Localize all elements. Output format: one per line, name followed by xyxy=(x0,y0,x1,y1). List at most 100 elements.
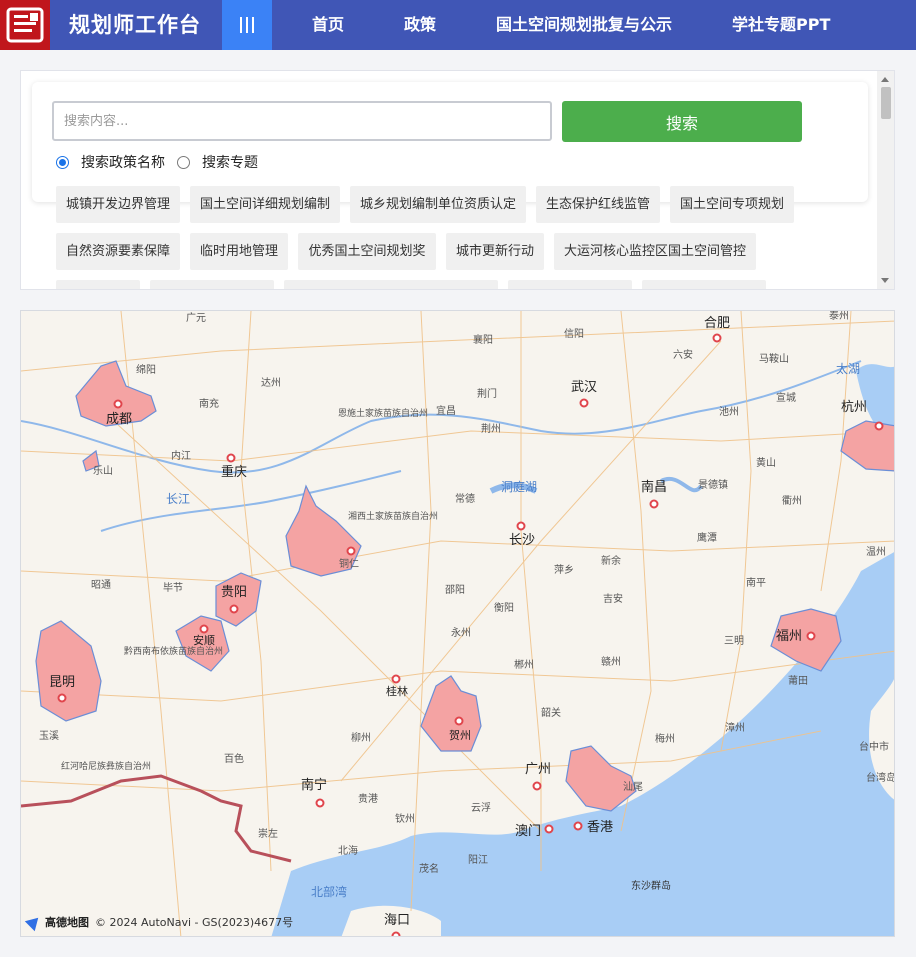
panel-scrollbar[interactable] xyxy=(877,71,894,289)
map-place-label: 绵阳 xyxy=(136,363,156,376)
map-place-label: 六安 xyxy=(673,348,693,361)
map-label-beibuwan: 北部湾 xyxy=(311,884,347,899)
map-place-label: 黔西南布依族苗族自治州 xyxy=(124,645,223,657)
tag-item[interactable]: 大运河核心监控区国土空间管控 xyxy=(554,233,756,270)
scroll-thumb[interactable] xyxy=(881,87,891,119)
map-city-label: 澳门 xyxy=(515,823,541,839)
nav-planning-approval[interactable]: 国土空间规划批复与公示 xyxy=(496,0,672,50)
search-button[interactable]: 搜索 xyxy=(562,101,802,142)
map-city-label: 安顺 xyxy=(193,633,215,647)
map-place-label: 温州 xyxy=(866,546,886,558)
map-place-label: 贵港 xyxy=(358,792,378,805)
map-label-dongtinghu: 洞庭湖 xyxy=(501,479,537,494)
tag-item-partial[interactable] xyxy=(508,280,632,289)
region-kunming xyxy=(35,620,102,722)
tag-item[interactable]: 城市更新行动 xyxy=(446,233,544,270)
map-city-label: 香港 xyxy=(587,820,613,835)
map-place-label: 衢州 xyxy=(782,495,802,507)
map-place-label: 黄山 xyxy=(756,456,776,469)
map-place-label: 台湾岛 xyxy=(866,771,895,784)
map-place-label: 景德镇 xyxy=(698,478,728,491)
search-card: 搜索 搜索政策名称 搜索专题 xyxy=(32,82,868,202)
tag-item[interactable]: 城镇开发边界管理 xyxy=(56,186,180,223)
radio-policy-name[interactable] xyxy=(56,155,69,169)
region-shanwei xyxy=(565,745,637,812)
menu-toggle-button[interactable] xyxy=(222,0,272,50)
tag-item[interactable]: 城乡规划编制单位资质认定 xyxy=(350,186,526,223)
map-place-label: 南充 xyxy=(199,397,219,410)
map-city-label: 合肥 xyxy=(704,316,730,331)
scroll-up-icon[interactable] xyxy=(881,77,889,82)
map-place-label: 萍乡 xyxy=(554,564,574,576)
map-place-label: 铜仁 xyxy=(339,558,359,570)
tag-item[interactable]: 国土空间详细规划编制 xyxy=(190,186,340,223)
region-hangzhou xyxy=(840,420,894,472)
search-mode-options: 搜索政策名称 搜索专题 xyxy=(56,151,270,173)
map-city-label: 南宁 xyxy=(301,777,327,793)
tag-item-partial[interactable] xyxy=(56,280,140,289)
map-place-label: 红河哈尼族彝族自治州 xyxy=(61,760,151,772)
amap-logo-icon xyxy=(24,912,44,932)
map-place-label: 广元 xyxy=(186,312,206,324)
map-place-label: 汕尾 xyxy=(623,781,643,793)
map-city-label: 成都 xyxy=(106,412,132,427)
map-canvas[interactable]: 长江 洞庭湖 太湖 北部湾 东沙群岛 成都 重庆 武汉 长沙 南昌 贵阳 安顺 … xyxy=(21,311,895,937)
map-place-label: 赣州 xyxy=(601,655,621,668)
map-place-label: 永州 xyxy=(451,626,471,639)
map-label-dongsha: 东沙群岛 xyxy=(631,879,671,892)
map-place-label: 泰州 xyxy=(829,311,849,322)
map-city-label: 杭州 xyxy=(841,400,867,415)
map-place-label: 漳州 xyxy=(725,721,745,734)
map-label-taihu: 太湖 xyxy=(836,361,860,376)
map-place-label: 钦州 xyxy=(395,813,415,825)
tag-item-partial[interactable] xyxy=(284,280,498,289)
map-place-label: 吉安 xyxy=(603,592,623,605)
map-copyright: © 2024 AutoNavi - GS(2023)4677号 xyxy=(95,916,294,929)
map-place-label: 常德 xyxy=(455,492,475,505)
map-place-label: 达州 xyxy=(261,377,281,389)
map-place-label: 信阳 xyxy=(564,328,584,340)
map-place-label: 南平 xyxy=(746,576,766,589)
map-city-label: 广州 xyxy=(525,762,551,777)
map-place-label: 襄阳 xyxy=(473,333,493,346)
map-city-label: 昆明 xyxy=(49,675,75,690)
map-view[interactable]: 长江 洞庭湖 太湖 北部湾 东沙群岛 成都 重庆 武汉 长沙 南昌 贵阳 安顺 … xyxy=(20,310,895,937)
radio-topic[interactable] xyxy=(177,155,190,169)
search-input[interactable] xyxy=(52,101,552,141)
map-place-label: 阳江 xyxy=(468,854,488,866)
map-place-label: 荆门 xyxy=(477,387,497,400)
map-city-label: 海口 xyxy=(384,913,410,928)
map-place-label: 内江 xyxy=(171,449,191,462)
map-place-label: 台中市 xyxy=(859,740,889,753)
map-city-label: 贵阳 xyxy=(221,585,247,600)
map-city-label: 武汉 xyxy=(571,380,597,395)
radio-topic-label[interactable]: 搜索专题 xyxy=(202,152,258,172)
map-place-label: 鹰潭 xyxy=(697,531,717,544)
map-place-label: 百色 xyxy=(224,752,244,765)
tag-item[interactable]: 临时用地管理 xyxy=(190,233,288,270)
map-city-label: 长沙 xyxy=(509,533,535,548)
tag-item[interactable]: 国土空间专项规划 xyxy=(670,186,794,223)
site-title[interactable]: 规划师工作台 xyxy=(69,0,201,50)
top-navbar: 规划师工作台 首页 政策 国土空间规划批复与公示 学社专题PPT xyxy=(0,0,916,50)
nav-ppt-topics[interactable]: 学社专题PPT xyxy=(732,0,830,50)
radio-policy-name-label[interactable]: 搜索政策名称 xyxy=(81,152,165,172)
tag-item[interactable]: 生态保护红线监管 xyxy=(536,186,660,223)
map-place-label: 昭通 xyxy=(91,579,111,591)
map-city-label: 重庆 xyxy=(221,464,247,480)
map-place-label: 云浮 xyxy=(471,802,491,814)
map-place-label: 玉溪 xyxy=(39,730,59,742)
map-place-label: 恩施土家族苗族自治州 xyxy=(338,407,428,419)
map-place-label: 衡阳 xyxy=(494,602,514,614)
map-place-label: 柳州 xyxy=(351,731,371,744)
logo-icon[interactable] xyxy=(0,0,50,50)
map-city-label: 南昌 xyxy=(641,479,667,495)
map-place-label: 三明 xyxy=(724,635,744,647)
tag-item[interactable]: 优秀国土空间规划奖 xyxy=(298,233,436,270)
tag-item-partial[interactable] xyxy=(642,280,766,289)
scroll-down-icon[interactable] xyxy=(881,278,889,283)
nav-policy[interactable]: 政策 xyxy=(404,0,436,50)
nav-home[interactable]: 首页 xyxy=(312,0,344,50)
tag-item-partial[interactable] xyxy=(150,280,274,289)
tag-item[interactable]: 自然资源要素保障 xyxy=(56,233,180,270)
